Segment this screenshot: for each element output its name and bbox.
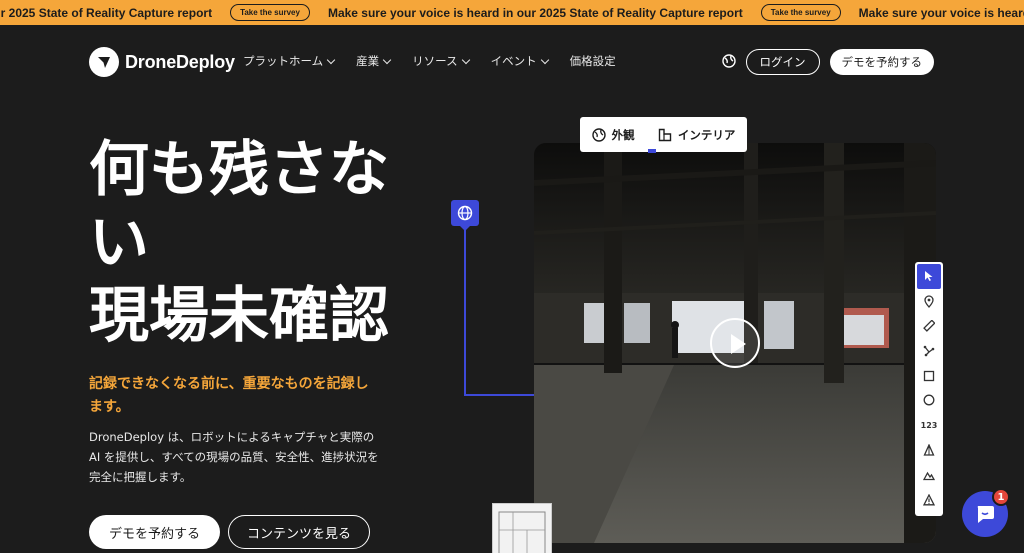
nav-item-label: リソース [412, 54, 458, 68]
announcement-banner: in our 2025 State of Reality Capture rep… [0, 0, 1024, 25]
chevron-down-icon [461, 55, 470, 64]
nav-item-industries[interactable]: 産業 [356, 53, 392, 69]
hero-title: 何も残さな い 現場未確認 [89, 134, 459, 353]
nav-item-pricing[interactable]: 価格設定 [570, 53, 616, 69]
circle-icon[interactable] [917, 388, 941, 413]
connector-line [464, 394, 536, 396]
hero-title-line: 現場未確認 [89, 281, 389, 351]
connector-line [464, 226, 466, 396]
banner-text: in our 2025 State of Reality Capture rep… [0, 5, 213, 20]
book-demo-button[interactable]: デモを予約する [829, 49, 934, 75]
globe-marker-icon[interactable] [451, 200, 479, 231]
hero-title-line: い [89, 208, 149, 278]
floor-plan-icon [658, 128, 672, 141]
interior-tab-label: インテリア [677, 127, 736, 142]
logo-icon [89, 47, 119, 77]
hero-subtitle: 記録できなくなる前に、重要なものを記録します。 [89, 376, 369, 415]
annotation-toolbar: 123 [915, 262, 943, 516]
exterior-tab[interactable]: 外観 [591, 127, 635, 143]
chevron-down-icon [326, 55, 336, 64]
view-content-cta[interactable]: コンテンツを見る [228, 515, 371, 549]
active-tab-indicator [648, 149, 656, 153]
play-button[interactable] [710, 318, 760, 368]
banner-text: Make sure your voice is heard in our 202… [858, 5, 1024, 20]
hero-title-line: 何も残さな [89, 135, 389, 205]
globe-icon[interactable] [721, 53, 736, 72]
pointer-icon[interactable] [917, 264, 941, 289]
banner-text: Make sure your voice is heard in our 202… [327, 5, 743, 20]
take-survey-button[interactable]: Take the survey [760, 4, 841, 21]
take-survey-button[interactable]: Take the survey [230, 4, 310, 21]
notification-badge: 1 [992, 488, 1010, 506]
nav-actions: ログイン デモを予約する [721, 49, 934, 75]
view-mode-toggle: 外観 インテリア [580, 117, 747, 152]
dronedeploy-logo[interactable]: DroneDeploy [89, 47, 235, 77]
nav-item-resources[interactable]: リソース [412, 53, 470, 69]
hero-description: DroneDeploy は、ロボットによるキャプチャと実際の AI を提供し、す… [89, 430, 379, 484]
cone-icon[interactable] [917, 438, 941, 463]
interior-tab[interactable]: インテリア [658, 127, 736, 143]
main-navigation: DroneDeploy プラットホーム 産業 リソース イベント 価格設定 ログ… [0, 25, 1024, 97]
hero-cta-row: デモを予約する コンテンツを見る [89, 515, 371, 549]
ruler-icon[interactable] [917, 314, 941, 339]
nav-links: プラットホーム 産業 リソース イベント 価格設定 [243, 53, 616, 69]
chevron-down-icon [382, 55, 392, 64]
location-pin-icon[interactable] [917, 289, 941, 314]
nav-item-label: プラットホーム [243, 54, 324, 68]
count-tool[interactable]: 123 [917, 413, 941, 438]
nav-item-platform[interactable]: プラットホーム [243, 53, 336, 69]
nav-item-label: 産業 [356, 54, 380, 68]
warning-icon[interactable] [917, 487, 941, 512]
chat-bubble-icon [977, 506, 994, 523]
floor-plan-thumbnail[interactable] [492, 503, 552, 553]
nav-item-events[interactable]: イベント [490, 53, 549, 69]
exterior-tab-label: 外観 [611, 127, 635, 142]
book-demo-cta[interactable]: デモを予約する [89, 515, 221, 549]
chevron-down-icon [540, 55, 549, 64]
terrain-icon[interactable] [917, 462, 941, 487]
polyline-icon[interactable] [917, 338, 941, 363]
globe-icon [591, 127, 606, 142]
nav-item-label: イベント [490, 54, 537, 68]
rectangle-icon[interactable] [917, 363, 941, 388]
login-button[interactable]: ログイン [745, 49, 820, 75]
logo-text: DroneDeploy [125, 51, 235, 72]
nav-item-label: 価格設定 [569, 54, 616, 68]
